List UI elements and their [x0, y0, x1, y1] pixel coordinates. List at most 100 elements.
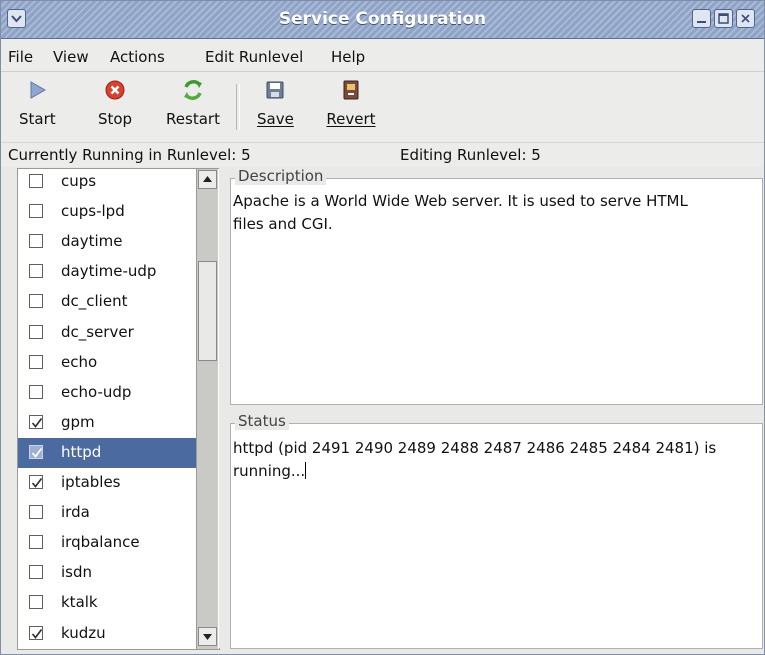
runlevel-status-line: Currently Running in Runlevel: 5 Editing… — [1, 143, 764, 167]
revert-label: Revert — [326, 110, 376, 128]
checkbox[interactable] — [29, 385, 43, 399]
toolbar: Start Stop Restart Save Revert — [1, 72, 764, 143]
description-line-2: files and CGI. — [233, 215, 333, 233]
list-item[interactable]: ktalk — [18, 588, 196, 618]
window-title: Service Configuration — [278, 9, 487, 29]
stop-label: Stop — [97, 110, 133, 128]
service-name: irda — [61, 503, 90, 521]
checkbox[interactable] — [29, 355, 43, 369]
menu-bar: File View Actions Edit Runlevel Help — [1, 39, 764, 72]
list-item[interactable]: cups — [18, 169, 196, 197]
service-name: echo — [61, 353, 98, 371]
refresh-icon — [184, 80, 202, 100]
menu-edit-runlevel[interactable]: Edit Runlevel — [205, 48, 303, 66]
description-text: Apache is a World Wide Web server. It is… — [233, 190, 753, 236]
list-item[interactable]: daytime — [18, 227, 196, 257]
service-name: daytime-udp — [61, 262, 157, 280]
close-icon — [741, 14, 750, 23]
menu-actions[interactable]: Actions — [110, 48, 165, 66]
maximize-button[interactable] — [714, 9, 733, 28]
restart-button[interactable]: Restart — [161, 78, 225, 128]
service-name: daytime — [61, 232, 123, 250]
scroll-up-button[interactable] — [198, 170, 217, 189]
close-button[interactable] — [736, 9, 755, 28]
checkbox[interactable] — [29, 204, 43, 218]
checkbox[interactable] — [29, 475, 43, 489]
list-item[interactable]: cups-lpd — [18, 197, 196, 227]
service-name: isdn — [61, 563, 93, 581]
start-button[interactable]: Start — [19, 78, 56, 128]
checkbox[interactable] — [29, 445, 43, 459]
checkbox[interactable] — [29, 626, 43, 640]
list-item[interactable]: echo-udp — [18, 378, 196, 408]
play-icon — [30, 81, 47, 99]
minimize-button[interactable] — [692, 9, 711, 28]
status-line-1: httpd (pid 2491 2490 2489 2488 2487 2486… — [233, 439, 717, 457]
list-item[interactable]: irda — [18, 498, 196, 528]
restart-label: Restart — [166, 110, 220, 128]
description-legend: Description — [235, 167, 327, 185]
checkmark-icon — [31, 628, 43, 639]
service-list: cups cups-lpd daytime daytime-udp dc_clientd… — [17, 168, 220, 650]
status-text[interactable]: httpd (pid 2491 2490 2489 2488 2487 2486… — [233, 437, 753, 483]
status-legend: Status — [235, 412, 289, 430]
arrow-up-icon — [203, 176, 212, 182]
service-name: iptables — [61, 473, 121, 491]
list-item[interactable]: httpd — [18, 438, 196, 468]
start-label: Start — [19, 110, 56, 128]
list-item-partial — [18, 649, 196, 650]
service-configuration-window: Service Configuration File View Actions … — [0, 0, 765, 655]
list-item[interactable]: echo — [18, 348, 196, 378]
stop-icon — [105, 80, 125, 100]
list-item[interactable]: irqbalance — [18, 528, 196, 558]
menu-help[interactable]: Help — [331, 48, 365, 66]
service-list-scrollbar[interactable] — [196, 169, 218, 649]
checkbox[interactable] — [29, 294, 43, 308]
checkbox[interactable] — [29, 415, 43, 429]
description-frame: Description Apache is a World Wide Web s… — [230, 167, 763, 405]
save-label: Save — [257, 110, 294, 128]
list-item[interactable]: isdn — [18, 558, 196, 588]
menu-file[interactable]: File — [8, 48, 33, 66]
service-name: cups — [61, 172, 97, 190]
scrollbar-thumb[interactable] — [198, 261, 217, 361]
minimize-icon — [697, 21, 706, 23]
stop-button[interactable]: Stop — [95, 78, 135, 128]
scroll-down-button[interactable] — [198, 627, 217, 646]
checkbox[interactable] — [29, 234, 43, 248]
status-line-2: running... — [233, 462, 306, 480]
list-item[interactable]: iptables — [18, 468, 196, 498]
save-icon — [266, 81, 284, 99]
checkbox[interactable] — [29, 325, 43, 339]
checkbox[interactable] — [29, 595, 43, 609]
service-name: ktalk — [61, 593, 98, 611]
checkbox[interactable] — [29, 535, 43, 549]
menu-view[interactable]: View — [53, 48, 89, 66]
checkbox[interactable] — [29, 505, 43, 519]
title-bar[interactable]: Service Configuration — [1, 1, 764, 39]
arrow-down-icon — [203, 634, 212, 640]
service-name: echo-udp — [61, 383, 132, 401]
list-item[interactable]: daytime-udp — [18, 257, 196, 287]
save-button[interactable]: Save — [257, 78, 294, 128]
pane-splitter[interactable] — [219, 168, 229, 648]
service-name: dc_server — [61, 323, 134, 341]
list-item[interactable]: dc_client — [18, 287, 196, 317]
service-name: gpm — [61, 413, 95, 431]
list-item[interactable]: kudzu — [18, 619, 196, 649]
editing-runlevel-text: Editing Runlevel: 5 — [400, 146, 541, 164]
service-name: irqbalance — [61, 533, 140, 551]
revert-button[interactable]: Revert — [323, 78, 379, 128]
checkbox[interactable] — [29, 264, 43, 278]
description-line-1: Apache is a World Wide Web server. It is… — [233, 192, 688, 210]
maximize-icon — [718, 13, 729, 24]
service-name: dc_client — [61, 292, 128, 310]
text-cursor — [305, 462, 307, 479]
checkbox[interactable] — [29, 174, 43, 188]
checkmark-icon — [31, 477, 43, 488]
service-name: kudzu — [61, 624, 106, 642]
list-item[interactable]: dc_server — [18, 318, 196, 348]
checkbox[interactable] — [29, 565, 43, 579]
list-item[interactable]: gpm — [18, 408, 196, 438]
toolbar-separator — [236, 84, 240, 130]
